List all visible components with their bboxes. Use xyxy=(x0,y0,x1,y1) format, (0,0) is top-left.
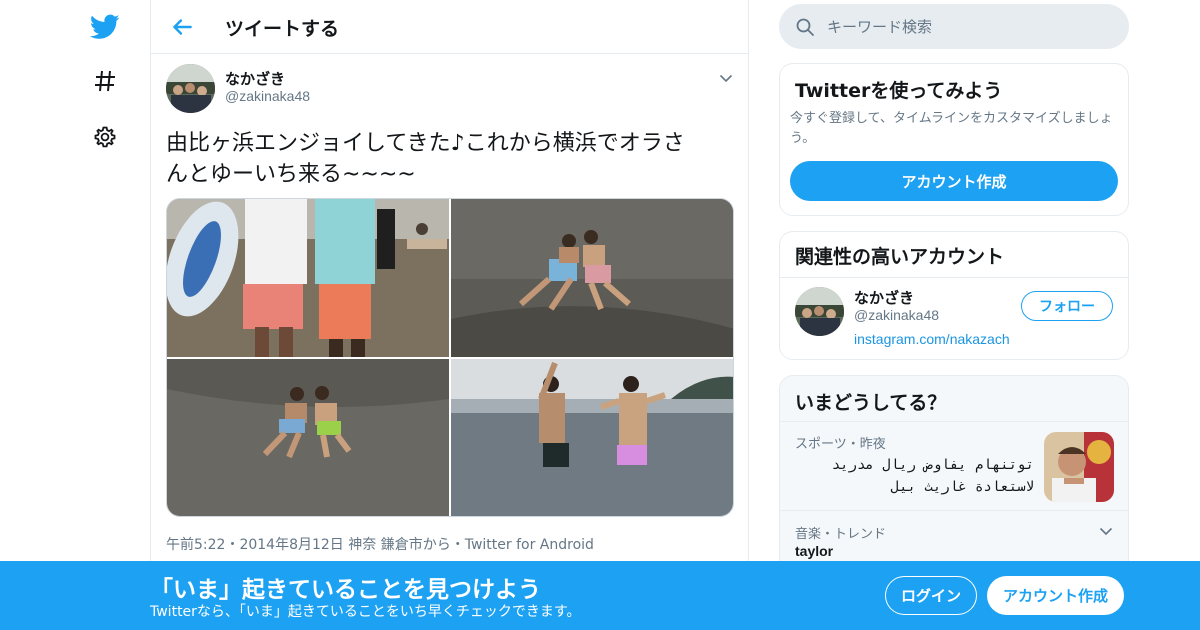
signup-card: Twitterを使ってみよう 今すぐ登録して、タイムラインをカスタマイズしましょ… xyxy=(779,63,1129,216)
trend-thumbnail xyxy=(1044,432,1114,502)
twitter-bird-icon[interactable] xyxy=(88,10,122,44)
banner-subtitle: Twitterなら、「いま」起きていることをいち早くチェックできます。 xyxy=(150,604,581,620)
signup-banner: 「いま」起きていることを見つけよう Twitterなら、「いま」起きていることを… xyxy=(0,561,1200,630)
photo[interactable] xyxy=(451,359,733,516)
meta-separator: ・ xyxy=(450,537,465,553)
trend-category: 音楽・トレンド xyxy=(795,527,887,542)
trend-text-line: لاستعادة غاريث بيل xyxy=(890,479,1034,495)
search-input[interactable] xyxy=(827,4,1117,49)
trend-category: スポーツ・昨夜 xyxy=(795,437,886,452)
photo[interactable] xyxy=(167,359,449,516)
photo-grid xyxy=(166,198,734,517)
left-navigation xyxy=(0,0,150,630)
account-link[interactable]: instagram.com/nakazach xyxy=(854,331,1010,347)
meta-separator: ・ xyxy=(225,537,240,553)
account-name[interactable]: なかざき xyxy=(854,287,914,308)
banner-title: 「いま」起きていることを見つけよう xyxy=(150,577,541,603)
tweet-text-line: 由比ヶ浜エンジョイしてきた♪これから横浜でオラさ xyxy=(166,131,685,156)
divider xyxy=(780,277,1128,278)
author-handle[interactable]: @zakinaka48 xyxy=(225,88,310,104)
tweet-date[interactable]: 2014年8月12日 xyxy=(239,537,343,553)
search-box xyxy=(779,4,1129,49)
chevron-down-icon[interactable] xyxy=(718,70,734,86)
follow-button[interactable]: フォロー xyxy=(1021,291,1113,321)
tweet-time[interactable]: 午前5:22 xyxy=(166,537,225,553)
trend-text: taylor xyxy=(795,543,834,559)
card-title: 関連性の高いアカウント xyxy=(795,246,1005,268)
card-description: 今すぐ登録して、タイムラインをカスタマイズしましょう。 xyxy=(790,111,1113,146)
hashtag-icon[interactable] xyxy=(88,64,122,98)
header-bar: ツイートする xyxy=(151,0,748,54)
account-handle[interactable]: @zakinaka48 xyxy=(854,307,939,323)
login-button[interactable]: ログイン xyxy=(885,576,977,615)
card-title: いまどうしてる？ xyxy=(795,392,947,414)
author-name[interactable]: なかざき xyxy=(225,68,285,89)
page-title: ツイートする xyxy=(225,18,340,40)
tweet-text: 由比ヶ浜エンジョイしてきた♪これから横浜でオラさ んとゆーいち来る~~~~ xyxy=(166,128,736,190)
create-account-button[interactable]: アカウント作成 xyxy=(790,161,1118,201)
trend-text: توتنهام يفاوض ريال مدريد لاستعادة غاريث … xyxy=(804,454,1034,498)
back-arrow-icon[interactable] xyxy=(169,14,195,40)
trend-text-line: توتنهام يفاوض ريال مدريد xyxy=(831,457,1034,473)
signup-button[interactable]: アカウント作成 xyxy=(987,576,1124,615)
tweet-source[interactable]: Twitter for Android xyxy=(465,537,594,553)
tweet-text-line: んとゆーいち来る~~~~ xyxy=(166,162,416,187)
tweet-meta: 午前5:22・2014年8月12日 神奈 鎌倉市から・Twitter for A… xyxy=(166,534,594,554)
card-title: Twitterを使ってみよう xyxy=(795,80,1003,102)
photo[interactable] xyxy=(167,199,449,357)
photo[interactable] xyxy=(451,199,733,357)
trend-item[interactable]: スポーツ・昨夜 توتنهام يفاوض ريال مدريد لاستعاد… xyxy=(780,422,1128,510)
related-accounts-card: 関連性の高いアカウント なかざき @zakinaka48 instagram.c… xyxy=(779,231,1129,360)
tweet-column: ツイートする なかざき @zakinaka48 由比ヶ浜エンジョイしてきた♪これ… xyxy=(150,0,749,630)
avatar[interactable] xyxy=(795,287,844,336)
search-icon xyxy=(795,17,815,37)
avatar[interactable] xyxy=(166,64,215,113)
tweet-location[interactable]: 神奈 鎌倉市から xyxy=(348,537,450,553)
chevron-down-icon[interactable] xyxy=(1098,523,1114,539)
gear-icon[interactable] xyxy=(88,120,122,154)
